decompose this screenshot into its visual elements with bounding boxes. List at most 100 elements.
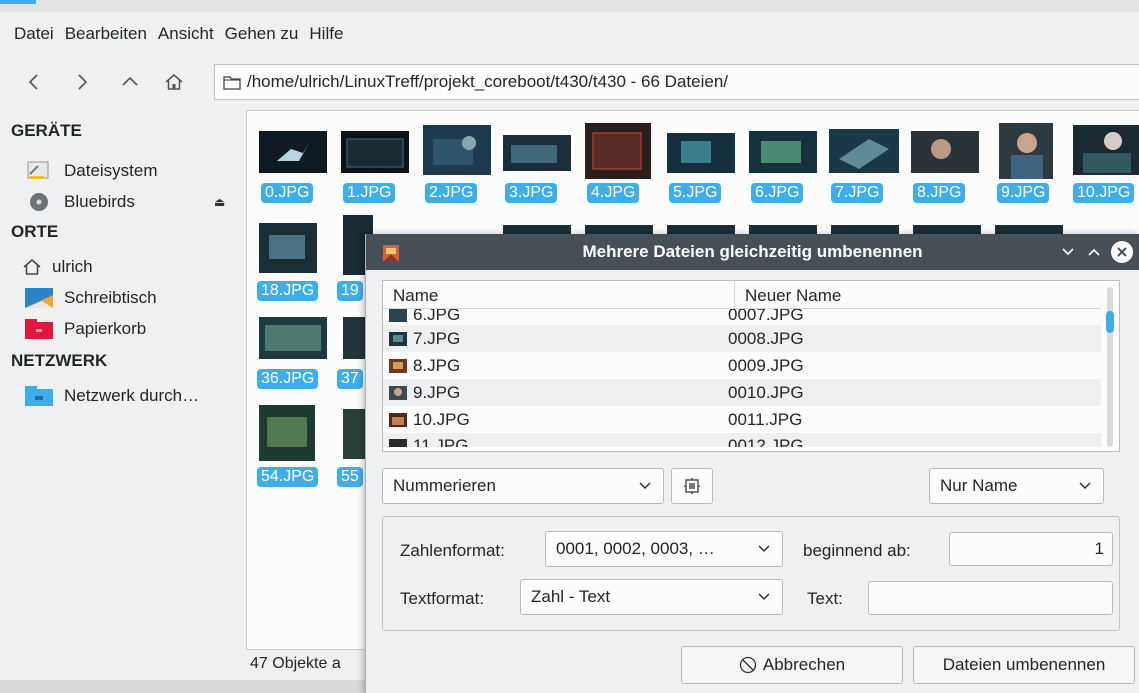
- toolbar: /home/ulrich/LinuxTreff/projekt_coreboot…: [0, 60, 1139, 104]
- location-bar[interactable]: /home/ulrich/LinuxTreff/projekt_coreboot…: [214, 64, 1139, 100]
- thumbnail-image: [829, 129, 899, 173]
- thumbnail-icon: [389, 331, 407, 346]
- home-icon: [165, 74, 183, 90]
- file-name: 54.JPG: [257, 467, 319, 487]
- text-format-value: Zahl - Text: [531, 587, 611, 606]
- section-geraete: GERÄTE: [11, 121, 82, 140]
- thumbnail-image: [259, 131, 327, 173]
- cancel-label: Abbrechen: [762, 655, 846, 674]
- sidebar-item-papierkorb[interactable]: Papierkorb: [0, 313, 240, 344]
- sidebar-item-netzwerk[interactable]: Netzwerk durch…: [0, 380, 240, 411]
- table-row[interactable]: 7.JPG 0008.JPG: [383, 325, 1103, 352]
- list-rows: 6.JPG 0007.JPG 7.JPG 0008.JPG 8.JPG 0009…: [383, 307, 1103, 447]
- file-name: 5.JPG: [669, 183, 722, 203]
- column-header-newname[interactable]: Neuer Name: [735, 281, 841, 309]
- menu-datei[interactable]: Datei: [14, 24, 54, 44]
- scrollbar-thumb[interactable]: [1106, 311, 1114, 333]
- sidebar-item-dateisystem[interactable]: Dateisystem: [0, 155, 240, 186]
- table-row[interactable]: 8.JPG 0009.JPG: [383, 352, 1103, 379]
- table-row[interactable]: 10.JPG 0011.JPG: [383, 406, 1103, 433]
- trash-icon: [24, 318, 54, 340]
- file-name: 4.JPG: [587, 183, 640, 203]
- home-button[interactable]: [154, 64, 194, 100]
- sidebar-item-ulrich[interactable]: ulrich: [0, 251, 240, 282]
- file-name: 37: [337, 369, 363, 389]
- up-button[interactable]: [106, 64, 154, 100]
- text-format-select[interactable]: Zahl - Text: [520, 579, 783, 615]
- sidebar-label: Bluebirds: [64, 191, 135, 211]
- back-button[interactable]: [10, 64, 58, 100]
- table-row[interactable]: 6.JPG 0007.JPG: [383, 307, 1103, 325]
- row-name: 9.JPG: [413, 382, 461, 402]
- chevron-left-icon: [28, 74, 38, 90]
- rename-preview-list[interactable]: 6.JPG 0007.JPG 7.JPG 0008.JPG 8.JPG 0009…: [382, 280, 1120, 452]
- file-name: 9.JPG: [997, 183, 1050, 203]
- minimize-icon[interactable]: [1055, 240, 1081, 264]
- location-path: /home/ulrich/LinuxTreff/projekt_coreboot…: [247, 72, 729, 91]
- sidebar-label: Netzwerk durch…: [64, 385, 200, 405]
- row-name: 6.JPG: [413, 307, 461, 324]
- desktop-icon: [24, 287, 54, 309]
- start-number-input[interactable]: 1: [949, 532, 1113, 566]
- rename-files-button[interactable]: Dateien umbenennen: [913, 646, 1135, 684]
- list-scrollbar[interactable]: [1101, 281, 1119, 451]
- thumbnail-image: [585, 123, 651, 179]
- thumbnail-image: [423, 125, 491, 175]
- row-name: 7.JPG: [413, 328, 461, 348]
- rename-dialog: Mehrere Dateien gleichzeitig umbenennen …: [365, 234, 1139, 693]
- text-input[interactable]: [868, 581, 1113, 615]
- file-name: 6.JPG: [751, 183, 804, 203]
- folder-icon: [223, 74, 241, 90]
- start-label: beginnend ab:: [803, 541, 911, 560]
- file-name: 3.JPG: [505, 183, 558, 203]
- sidebar-label: Papierkorb: [64, 318, 147, 338]
- eject-icon[interactable]: ⏏: [214, 195, 225, 209]
- settings-button[interactable]: [671, 468, 713, 504]
- sidebar-item-bluebirds[interactable]: Bluebirds ⏏: [0, 186, 240, 217]
- column-header-name[interactable]: Name: [383, 281, 735, 309]
- scope-value: Nur Name: [940, 476, 1018, 495]
- maximize-icon[interactable]: [1081, 240, 1107, 264]
- configure-icon: [684, 478, 700, 494]
- top-accent: [0, 0, 36, 4]
- sidebar-item-schreibtisch[interactable]: Schreibtisch: [0, 282, 240, 313]
- number-format-value: 0001, 0002, 0003, …: [556, 539, 715, 558]
- file-name: 8.JPG: [913, 183, 966, 203]
- start-number-value: 1: [1094, 539, 1104, 558]
- sidebar-label: ulrich: [52, 256, 93, 276]
- menu-ansicht[interactable]: Ansicht: [158, 24, 214, 44]
- table-row[interactable]: 9.JPG 0010.JPG: [383, 379, 1103, 406]
- drive-icon: [24, 160, 54, 182]
- file-name: 18.JPG: [257, 281, 319, 301]
- menu-hilfe[interactable]: Hilfe: [309, 24, 343, 44]
- row-newname: 0010.JPG: [728, 382, 804, 402]
- file-name: 10.JPG: [1073, 183, 1135, 203]
- thumbnail-image: [259, 317, 327, 359]
- dialog-titlebar[interactable]: Mehrere Dateien gleichzeitig umbenennen: [366, 234, 1139, 270]
- thumbnail-icon: [389, 439, 407, 447]
- thumbnail-image: [341, 131, 409, 173]
- file-name: 19: [337, 281, 363, 301]
- scope-select[interactable]: Nur Name: [929, 468, 1104, 504]
- row-newname: 0007.JPG: [728, 307, 804, 324]
- rename-label: Dateien umbenennen: [942, 655, 1106, 674]
- file-name: 36.JPG: [257, 369, 319, 389]
- mode-select[interactable]: Nummerieren: [382, 468, 664, 504]
- thumbnail-image: [999, 123, 1053, 179]
- chevron-down-icon: [639, 482, 651, 490]
- chevron-right-icon: [78, 74, 88, 90]
- table-row[interactable]: 11.JPG 0012.JPG: [383, 433, 1103, 447]
- number-format-select[interactable]: 0001, 0002, 0003, …: [545, 531, 783, 567]
- sidebar-label: Schreibtisch: [64, 287, 157, 307]
- cancel-button[interactable]: Abbrechen: [681, 646, 903, 684]
- row-newname: 0008.JPG: [728, 328, 804, 348]
- thumbnail-image: [259, 405, 315, 461]
- forward-button[interactable]: [58, 64, 106, 100]
- menu-gehen-zu[interactable]: Gehen zu: [225, 24, 299, 44]
- close-icon[interactable]: [1111, 241, 1133, 263]
- dialog-title: Mehrere Dateien gleichzeitig umbenennen: [582, 242, 923, 261]
- row-newname: 0009.JPG: [728, 355, 804, 375]
- section-netzwerk: NETZWERK: [11, 351, 108, 370]
- thumbnail-image: [503, 135, 571, 171]
- menu-bearbeiten[interactable]: Bearbeiten: [65, 24, 147, 44]
